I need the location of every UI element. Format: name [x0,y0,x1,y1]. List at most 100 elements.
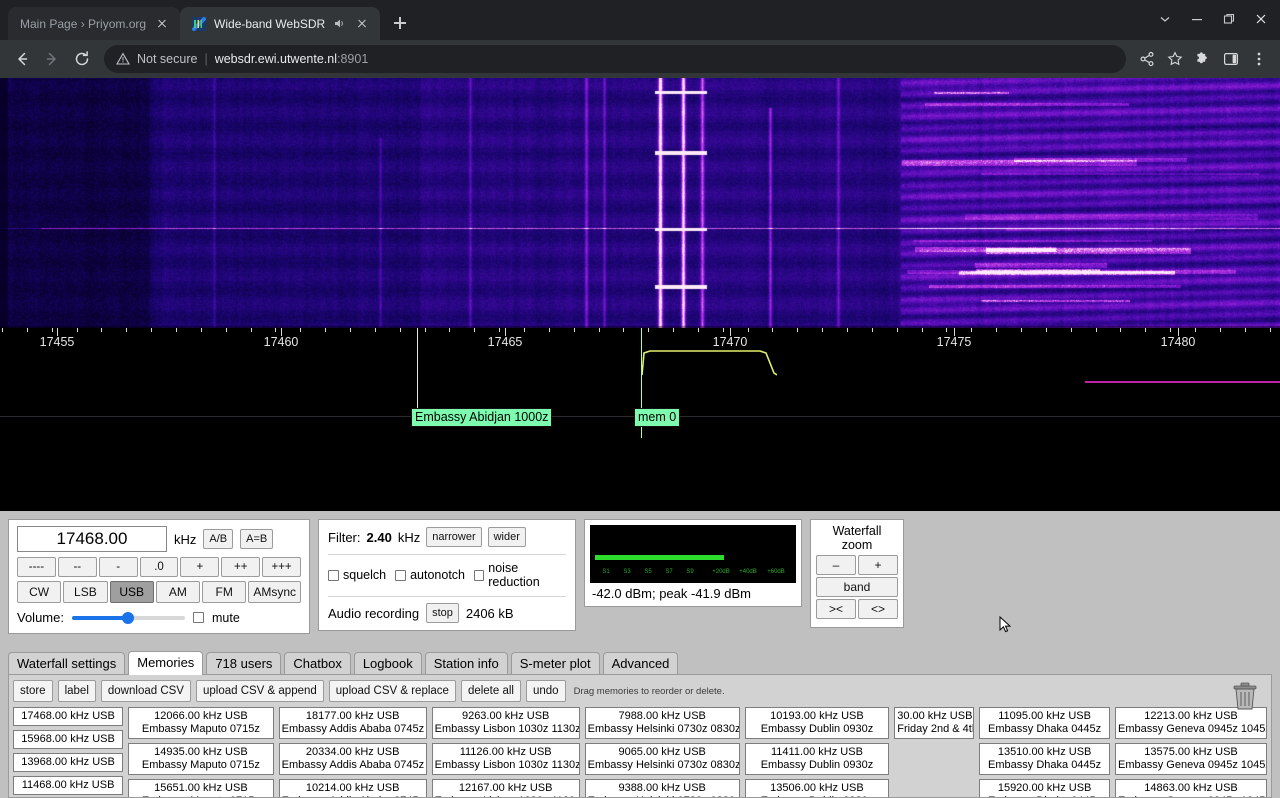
frequency-minor-tick [772,328,773,332]
memory-cell[interactable]: 30.00 kHz USB Friday 2nd & 4th [894,707,975,739]
mute-checkbox[interactable] [192,612,204,623]
tab-waterfall-settings[interactable]: Waterfall settings [8,652,126,675]
frequency-scale-area[interactable]: 17455 17460 17465 17470 17475 17480 Embassy A… [0,328,1280,511]
memory-cell[interactable]: 18177.00 kHz USB Embassy Addis Ababa 0745… [278,707,427,739]
tab-logbook[interactable]: Logbook [353,652,422,675]
zoom-out-button[interactable]: – [816,555,856,575]
memory-cell[interactable]: 13968.00 kHz USB [13,753,124,772]
memory-cell[interactable]: 9065.00 kHz USB Embassy Helsinki 0730z 08… [584,743,740,775]
memory-cell[interactable]: 12167.00 kHz USBEmbassy Lisbon 1030z 113… [431,779,580,797]
zoom-widen-button[interactable]: <> [858,599,898,619]
bookmark-star-icon[interactable] [1162,45,1188,73]
memory-cell[interactable]: 9263.00 kHz USB Embassy Lisbon 1030z 1130… [431,707,580,739]
back-arrow-icon[interactable] [8,45,36,73]
bookmark-label-embassy-abidjan[interactable]: Embassy Abidjan 1000z [411,408,553,427]
tab-chatbox[interactable]: Chatbox [284,652,351,675]
maximize-restore-icon[interactable] [1214,6,1244,32]
waterfall-canvas[interactable] [0,78,1280,328]
tab-advanced[interactable]: Advanced [602,652,679,675]
mode-button-lsb[interactable]: LSB [63,581,108,603]
tuner-label-mem-0[interactable]: mem 0 [634,408,681,427]
volume-slider[interactable] [71,611,185,625]
frequency-minor-tick [27,328,28,332]
step-button-minus3[interactable]: ---- [17,557,56,577]
step-button-plus2[interactable]: ++ [221,557,261,577]
recording-stop-button[interactable]: stop [426,603,459,623]
address-bar[interactable]: Not secure | websdr.ewi.utwente.nl:8901 [104,45,1126,73]
memory-cell[interactable]: 11468.00 kHz USB [13,776,124,795]
mode-button-usb[interactable]: USB [109,581,154,603]
extensions-puzzle-icon[interactable] [1190,45,1216,73]
noise-reduction-checkbox[interactable] [474,569,485,581]
memories-store-button[interactable]: store [13,680,53,702]
browser-tab-2[interactable]: Wide-band WebSDR in Ensch [180,7,381,40]
tab-718-users[interactable]: 718 users [206,652,282,675]
waterfall-display[interactable] [0,78,1280,328]
chrome-menu-icon[interactable] [1246,45,1272,73]
tab-station-info[interactable]: Station info [424,652,508,675]
filter-narrower-button[interactable]: narrower [426,527,482,547]
speaker-audio-icon[interactable] [333,17,346,30]
memories-upload-csv-replace-button[interactable]: upload CSV & replace [328,680,456,702]
tab-memories[interactable]: Memories [128,651,204,675]
step-button-plus3[interactable]: +++ [262,557,302,577]
new-tab-button[interactable] [386,9,414,37]
memory-cell[interactable]: 9388.00 kHz USBEmbassy Helsinki 0730z 08… [584,779,740,797]
frequency-input[interactable]: 17468.00 [17,526,167,552]
step-button-plus1[interactable]: + [180,557,220,577]
forward-arrow-icon[interactable] [38,45,66,73]
step-button-zero[interactable]: .0 [139,557,179,577]
memory-cell[interactable]: 20334.00 kHz USB Embassy Addis Ababa 0745… [278,743,427,775]
close-icon[interactable] [154,16,170,32]
memory-cell[interactable]: 11411.00 kHz USB Embassy Dublin 0930z [744,743,890,775]
squelch-checkbox[interactable] [328,569,339,581]
s-meter-tick-label: +20dB [712,569,730,575]
tab-search-chevron-down-icon[interactable] [1150,6,1180,32]
side-panel-icon[interactable] [1218,45,1244,73]
memory-cell[interactable]: 14935.00 kHz USB Embassy Maputo 0715z [128,743,274,775]
zoom-in-button[interactable]: + [858,555,898,575]
tab-s-meter-plot[interactable]: S-meter plot [510,652,600,675]
memories-undo-button[interactable]: undo [525,680,566,702]
close-icon[interactable] [354,16,370,32]
ab-button[interactable]: A/B [203,529,234,549]
memory-cell[interactable]: 7988.00 kHz USB Embassy Helsinki 0730z 08… [584,707,740,739]
mode-button-cw[interactable]: CW [17,581,62,603]
zoom-band-button[interactable]: band [816,577,898,597]
memory-cell[interactable]: 17468.00 kHz USB [13,707,124,726]
reload-icon[interactable] [68,45,96,73]
memory-cell[interactable]: 15651.00 kHz USBEmbassy Maputo 0715z [128,779,274,797]
step-button-minus1[interactable]: - [98,557,138,577]
memories-download-csv-button[interactable]: download CSV [100,680,191,702]
memory-cell[interactable]: 12066.00 kHz USB Embassy Maputo 0715z [128,707,274,739]
step-button-minus2[interactable]: -- [57,557,97,577]
memory-cell[interactable]: 10214.00 kHz USBEmbassy Addis Ababa 0745… [278,779,427,797]
memories-delete-all-button[interactable]: delete all [460,680,521,702]
a-equals-b-button[interactable]: A=B [240,529,274,549]
close-window-icon[interactable] [1246,6,1276,32]
memory-cell[interactable]: 11095.00 kHz USB Embassy Dhaka 0445z [979,707,1110,739]
zoom-narrow-button[interactable]: >< [816,599,856,619]
volume-slider-knob[interactable] [122,611,135,624]
mode-button-fm[interactable]: FM [202,581,247,603]
memory-frequency: 12066.00 kHz USB [154,710,248,722]
mode-button-am[interactable]: AM [155,581,201,603]
memory-cell[interactable]: 13510.00 kHz USB Embassy Dhaka 0445z [979,743,1110,775]
browser-tab-1[interactable]: Main Page › Priyom.org [8,7,181,40]
filter-wider-button[interactable]: wider [487,527,526,547]
memory-cell[interactable]: 15968.00 kHz USB [13,730,124,749]
share-icon[interactable] [1134,45,1160,73]
memories-label-button[interactable]: label [57,680,96,702]
memory-cell[interactable]: 14863.00 kHz USBEmbassy Geneva 0945z 104… [1115,779,1267,797]
squelch-group: squelch [328,568,386,582]
memory-cell[interactable]: 11126.00 kHz USB Embassy Lisbon 1030z 113… [431,743,580,775]
minimize-icon[interactable] [1182,6,1212,32]
memory-cell[interactable]: 13506.00 kHz USBEmbassy Dublin 0930z [744,779,890,797]
memory-cell[interactable]: 13575.00 kHz USB Embassy Geneva 0945z 104… [1115,743,1267,775]
autonotch-checkbox[interactable] [395,569,407,581]
memory-cell[interactable]: 15920.00 kHz USBEmbassy Dhaka 0445z [979,779,1110,797]
trash-can-icon[interactable] [1227,678,1263,714]
mode-button-amsync[interactable]: AMsync [248,581,302,603]
memories-upload-csv-append-button[interactable]: upload CSV & append [195,680,324,702]
memory-cell[interactable]: 10193.00 kHz USB Embassy Dublin 0930z [744,707,890,739]
